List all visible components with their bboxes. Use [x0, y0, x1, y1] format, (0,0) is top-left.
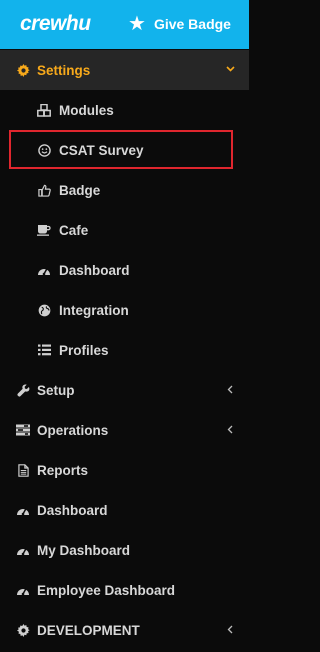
- sidebar-subitem-cafe[interactable]: Cafe: [0, 210, 249, 250]
- sidebar-subitem-label: Integration: [59, 302, 129, 318]
- sidebar-item-setup[interactable]: Setup: [0, 370, 249, 410]
- crewhu-logo[interactable]: crewhu: [20, 12, 91, 36]
- sidebar-item-my-dashboard[interactable]: My Dashboard: [0, 530, 249, 570]
- chevron-left-icon: [224, 622, 236, 636]
- smiley-icon: [37, 143, 51, 157]
- sidebar-subitem-label: Profiles: [59, 342, 109, 358]
- sidebar-item-operations[interactable]: Operations: [0, 410, 249, 450]
- gear-icon: [16, 63, 30, 77]
- sidebar-item-label: Employee Dashboard: [37, 582, 176, 598]
- sidebar-item-label: DEVELOPMENT: [37, 622, 140, 638]
- tasks-icon: [16, 423, 30, 437]
- list-icon: [37, 343, 51, 357]
- star-icon: ★: [128, 13, 146, 35]
- sidebar-subitem-csat-survey[interactable]: CSAT Survey: [0, 130, 249, 170]
- sidebar-subitem-label: CSAT Survey: [59, 142, 144, 158]
- give-badge-label: Give Badge: [153, 16, 231, 32]
- sidebar-item-label: Operations: [37, 422, 109, 438]
- gauge-icon: [37, 263, 51, 277]
- gauge-icon: [16, 583, 30, 597]
- sidebar-subitem-label: Dashboard: [59, 262, 130, 278]
- document-icon: [16, 463, 30, 477]
- sidebar-item-settings[interactable]: Settings: [0, 50, 249, 90]
- sidebar-item-development[interactable]: DEVELOPMENT: [0, 610, 249, 650]
- gear-icon: [16, 623, 30, 637]
- sidebar-item-label: Reports: [37, 462, 89, 478]
- thumbs-up-icon: [37, 183, 51, 197]
- give-badge-button[interactable]: ★ Give Badge: [128, 14, 231, 34]
- wrench-icon: [16, 383, 30, 397]
- sidebar-item-label: My Dashboard: [37, 542, 131, 558]
- sidebar-subitem-integration[interactable]: Integration: [0, 290, 249, 330]
- chevron-left-icon: [224, 382, 236, 396]
- sidebar-item-reports[interactable]: Reports: [0, 450, 249, 490]
- sidebar-item-label: Dashboard: [37, 502, 108, 518]
- sidebar-item-label: Settings: [37, 62, 91, 78]
- sidebar-item-employee-dashboard[interactable]: Employee Dashboard: [0, 570, 249, 610]
- sidebar-subitem-label: Badge: [59, 182, 101, 198]
- cubes-icon: [37, 103, 51, 117]
- sidebar-subitem-dashboard[interactable]: Dashboard: [0, 250, 249, 290]
- chevron-left-icon: [224, 422, 236, 436]
- gauge-icon: [16, 503, 30, 517]
- sidebar-subitem-profiles[interactable]: Profiles: [0, 330, 249, 370]
- globe-icon: [37, 303, 51, 317]
- top-header: crewhu ★ Give Badge: [0, 0, 249, 49]
- sidebar-subitem-modules[interactable]: Modules: [0, 90, 249, 130]
- sidebar-menu: Settings Modules CSAT Survey Badge Cafe …: [0, 50, 249, 650]
- sidebar-item-label: Setup: [37, 382, 75, 398]
- chevron-down-icon: [224, 62, 236, 76]
- sidebar-subitem-badge[interactable]: Badge: [0, 170, 249, 210]
- sidebar-subitem-label: Cafe: [59, 222, 89, 238]
- gauge-icon: [16, 543, 30, 557]
- coffee-cup-icon: [37, 223, 51, 237]
- sidebar-item-dashboard[interactable]: Dashboard: [0, 490, 249, 530]
- sidebar-subitem-label: Modules: [59, 102, 114, 118]
